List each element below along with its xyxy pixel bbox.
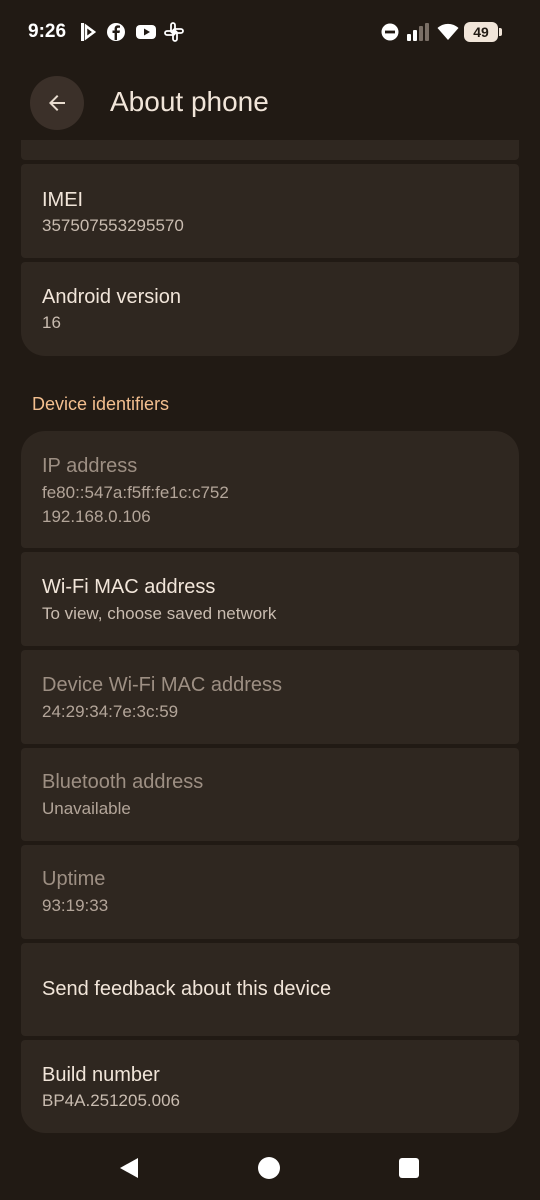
nav-back-icon[interactable]: [117, 1156, 141, 1180]
slack-icon: [164, 22, 184, 47]
list-item-wifi-mac-address[interactable]: Wi-Fi MAC address To view, choose saved …: [21, 552, 519, 646]
list-item-imei[interactable]: IMEI 357507553295570: [21, 164, 519, 258]
back-button[interactable]: [30, 76, 84, 130]
do-not-disturb-icon: [380, 22, 400, 47]
list-item-title: IP address: [42, 455, 138, 477]
list-item-title: Device Wi-Fi MAC address: [42, 674, 283, 696]
list-item-title: Send feedback about this device: [42, 978, 332, 1000]
list-item-subtitle: To view, choose saved network: [42, 604, 277, 623]
list-item-build-number[interactable]: Build number BP4A.251205.006: [21, 1040, 519, 1133]
list-item-subtitle: 24:29:34:7e:3c:59: [42, 702, 179, 721]
arrow-back-icon: [49, 95, 65, 111]
list-item-subtitle: 357507553295570: [42, 216, 184, 235]
status-bar: 9:26 49: [0, 0, 540, 64]
list-item-subtitle-line-2: 192.168.0.106: [42, 507, 151, 526]
youtube-icon: [135, 22, 157, 47]
nav-recents-icon[interactable]: [399, 1158, 419, 1178]
list-item-send-feedback[interactable]: Send feedback about this device: [21, 943, 519, 1036]
list-item-android-version[interactable]: Android version 16: [21, 262, 519, 356]
list-item-device-wifi-mac-address[interactable]: Device Wi-Fi MAC address 24:29:34:7e:3c:…: [21, 650, 519, 744]
tiktok-icon: [80, 22, 97, 47]
section-header-device-identifiers: Device identifiers: [32, 394, 170, 414]
list-item-title: Build number: [42, 1064, 160, 1086]
facebook-icon: [106, 22, 126, 47]
status-time: 9:26: [28, 21, 67, 42]
list-item-bluetooth-address[interactable]: Bluetooth address Unavailable: [21, 748, 519, 841]
list-item-subtitle-line-1: fe80::547a:f5ff:fe1c:c752: [42, 483, 229, 502]
about-phone-screen: 9:26 49 About phone IMEI 357507553295570…: [0, 0, 540, 1200]
signal-icon: [406, 22, 432, 47]
list-item-subtitle: BP4A.251205.006: [42, 1091, 181, 1110]
nav-home-icon[interactable]: [258, 1157, 280, 1179]
battery-icon: 49: [464, 22, 498, 42]
list-item-title: Bluetooth address: [42, 771, 204, 793]
list-item-subtitle: Unavailable: [42, 799, 131, 818]
wifi-icon: [437, 22, 459, 47]
list-item-title: IMEI: [42, 189, 84, 211]
list-item-title: Wi-Fi MAC address: [42, 576, 216, 598]
list-item-title: Android version: [42, 286, 181, 308]
page-title: About phone: [110, 86, 269, 117]
list-item-ip-address[interactable]: IP address fe80::547a:f5ff:fe1c:c752 192…: [21, 431, 519, 548]
battery-tip: [499, 28, 502, 36]
list-item-subtitle: 93:19:33: [42, 896, 109, 915]
list-item-uptime[interactable]: Uptime 93:19:33: [21, 845, 519, 939]
list-item-previous[interactable]: [21, 140, 519, 160]
list-item-subtitle: 16: [42, 313, 61, 332]
list-item-title: Uptime: [42, 868, 106, 890]
